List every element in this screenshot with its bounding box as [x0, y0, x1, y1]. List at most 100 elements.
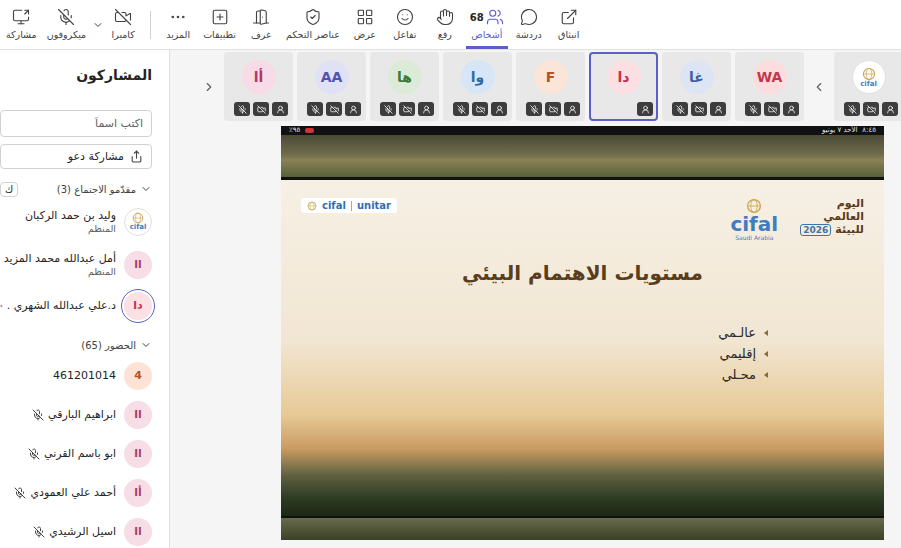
camera-off-icon [330, 105, 339, 114]
react-icon [396, 8, 414, 26]
tile-badge [691, 102, 707, 116]
toolbar-button[interactable]: انبثاق [550, 0, 588, 49]
tile-badge [345, 102, 361, 116]
participant-avatar: اا [124, 440, 152, 468]
person-icon [422, 105, 431, 114]
camera-off-icon [695, 105, 704, 114]
participant-row[interactable]: اااسيل الرشيدي [0, 512, 152, 548]
toolbar-label: أشخاص [471, 29, 502, 40]
tile-badge [399, 102, 415, 116]
meeting-stage: أاAAهاواFداغاWAcifal٨:٤٥الأحد ٧ يونيو٩٥٪… [170, 50, 901, 548]
toolbar-button[interactable]: عناصر التحكم [282, 0, 344, 49]
toolbar-icon-row: 68 [470, 8, 504, 26]
participant-name: أحمد علي العمودي [14, 486, 116, 499]
camera-off-icon [867, 105, 876, 114]
tile-footer [594, 102, 653, 116]
search-field[interactable] [0, 110, 152, 137]
chevron-down-icon[interactable] [92, 19, 104, 31]
toolbar-button[interactable]: تطبيقات [199, 0, 240, 49]
chevron-down-icon [140, 339, 152, 351]
participant-tile[interactable]: غا [662, 52, 731, 121]
toolbar-button[interactable]: المزيد [159, 0, 197, 49]
toolbar-button[interactable]: غرف [242, 0, 280, 49]
participant-row[interactable]: أاأحمد علي العمودي [0, 473, 152, 512]
toolbar-button[interactable]: تفاعل [386, 0, 424, 49]
participant-row[interactable]: ااابو باسم القرني [0, 434, 152, 473]
panel-action-button[interactable]: ك [0, 182, 18, 197]
participant-tile[interactable]: ها [370, 52, 439, 121]
toolbar-label: ميكروفون [47, 29, 86, 40]
toolbar-group: انبثاق [550, 0, 588, 49]
meeting-window: مشاركة ميكروفون كاميرا المزيدتطبيقاتغرفعناص… [0, 0, 901, 548]
toolbar-button[interactable]: 68 أشخاص [466, 0, 508, 49]
strip-prev-button[interactable] [198, 80, 220, 94]
section-header[interactable]: الحضور (65) [0, 334, 152, 356]
tile-footer [740, 102, 799, 116]
tile-badge [453, 102, 469, 116]
strip-next-button[interactable] [808, 80, 830, 94]
slide-bullet: إقليمي [720, 346, 768, 361]
slide-title: مستويات الاهتمام البيئي [462, 261, 703, 285]
participant-row[interactable]: 4461201014 [0, 356, 152, 395]
cifal-emblem-icon [746, 198, 762, 214]
toolbar-label: كاميرا [112, 29, 135, 40]
participant-tile[interactable]: وا [443, 52, 512, 121]
share-icon [130, 150, 143, 163]
tile-footer [229, 102, 288, 116]
toolbar-button[interactable]: رفع [426, 0, 464, 49]
toolbar-button[interactable]: دردشة [510, 0, 548, 49]
cifal-emblem-icon [132, 212, 144, 224]
tile-badge [637, 102, 653, 116]
chevron-left-icon [812, 80, 826, 94]
event-year: 2026 [800, 224, 831, 236]
toolbar-button[interactable]: ميكروفون [43, 0, 90, 49]
person-icon [568, 105, 577, 114]
tile-avatar: غا [680, 60, 714, 94]
microphone-icon [57, 8, 75, 26]
participant-avatar: اا [124, 251, 152, 279]
mic-off-icon [457, 105, 466, 114]
person-icon [495, 105, 504, 114]
tile-badge [710, 102, 726, 116]
apps-icon [211, 8, 229, 26]
toolbar-button[interactable]: كاميرا [104, 0, 142, 49]
record-indicator [305, 128, 314, 133]
mic-off-icon [32, 409, 44, 421]
cifal-emblem-icon [307, 201, 317, 211]
mic-off-icon [848, 105, 857, 114]
toolbar-group: المزيد [159, 0, 197, 49]
pop-out-icon [560, 8, 578, 26]
participant-text: وليد بن حمد الركبانالمنظم [25, 209, 116, 234]
person-icon [641, 105, 650, 114]
participant-role: المنظم [4, 266, 116, 277]
participant-tile[interactable]: WA [735, 52, 804, 121]
participant-avatar: cifal [124, 208, 152, 236]
tile-avatar: AA [315, 60, 349, 94]
section-header[interactable]: مقدّمو الاجتماع (3)ك [0, 178, 152, 200]
toolbar-button[interactable]: عرض [346, 0, 384, 49]
participant-tile[interactable]: AA [297, 52, 366, 121]
participant-avatar: 4 [124, 362, 152, 390]
participant-tile[interactable]: F [516, 52, 585, 121]
participant-tile[interactable]: دا [589, 52, 658, 121]
invite-button[interactable]: مشاركة دعو [0, 144, 152, 169]
camera-off-icon [476, 105, 485, 114]
participant-row[interactable]: داد.علي عبدالله الشهري . [0, 286, 152, 325]
participant-avatar: دا [124, 292, 152, 320]
mic-off-icon [311, 105, 320, 114]
toolbar-button[interactable]: مشاركة [2, 0, 41, 49]
toolbar-icon-row [304, 8, 322, 26]
toolbar-label: دردشة [516, 29, 542, 40]
chevron-down-icon [140, 183, 152, 195]
participant-tile[interactable]: cifal [834, 52, 901, 121]
participant-row[interactable]: ااابراهيم البارقي [0, 395, 152, 434]
participant-name: أمل عبدالله محمد المزيد [4, 252, 116, 265]
toolbar-label: عرض [354, 29, 376, 40]
tile-badge [472, 102, 488, 116]
participant-row[interactable]: اا أمل عبدالله محمد المزيدالمنظم [0, 243, 152, 286]
participant-tile[interactable]: أا [224, 52, 293, 121]
participant-row[interactable]: cifal وليد بن حمد الركبانالمنظم [0, 200, 152, 243]
rooms-icon [252, 8, 270, 26]
participant-text: اسيل الرشيدي [33, 525, 116, 538]
camera-icon [114, 8, 132, 26]
